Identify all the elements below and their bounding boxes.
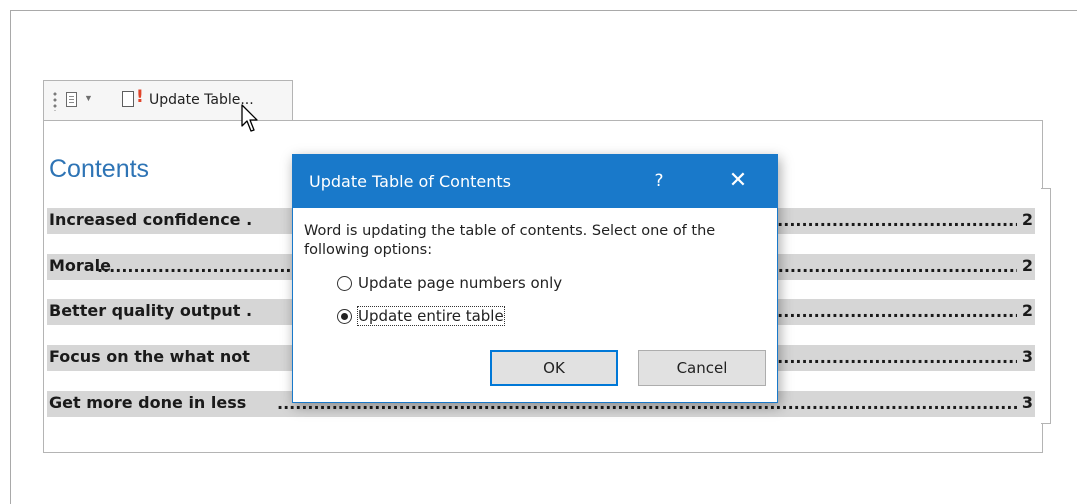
- document-icon[interactable]: [66, 92, 77, 107]
- option-update-page-numbers[interactable]: Update page numbers only: [337, 272, 562, 294]
- toc-entry-leader: ........................................…: [765, 302, 1017, 321]
- update-exclamation-icon: !: [136, 87, 144, 107]
- toc-entry-page: 2: [1021, 301, 1033, 320]
- update-table-button[interactable]: Update Table...: [149, 92, 254, 108]
- toc-entry-title: Better quality output .: [49, 301, 253, 320]
- radio-label[interactable]: Update entire table: [357, 306, 505, 326]
- toc-entry-page: 3: [1021, 393, 1033, 412]
- close-button[interactable]: ✕: [723, 167, 753, 195]
- mouse-cursor-icon: [241, 104, 258, 132]
- toc-entry-leader: ........................................…: [765, 348, 1017, 367]
- update-document-icon[interactable]: [122, 91, 134, 107]
- radio-button[interactable]: [337, 275, 352, 291]
- toc-entry-page: 2: [1021, 256, 1033, 275]
- option-update-entire-table[interactable]: Update entire table: [337, 305, 505, 327]
- toc-entry-title: Focus on the what not: [49, 347, 250, 366]
- toc-frame-notch: [1041, 188, 1051, 424]
- update-toc-dialog: Update Table of Contents ? ✕ Word is upd…: [292, 154, 778, 403]
- toc-entry-title: Get more done in less: [49, 393, 247, 412]
- dialog-title: Update Table of Contents: [309, 172, 511, 191]
- radio-label[interactable]: Update page numbers only: [358, 274, 562, 292]
- toc-entry-page: 3: [1021, 347, 1033, 366]
- radio-button-selected[interactable]: [337, 308, 352, 324]
- chevron-down-icon[interactable]: ▼: [84, 93, 93, 103]
- toc-entry-leader: ........................................…: [765, 211, 1017, 230]
- cancel-button[interactable]: Cancel: [638, 350, 766, 386]
- help-button[interactable]: ?: [646, 167, 672, 195]
- dialog-titlebar[interactable]: Update Table of Contents ? ✕: [293, 155, 777, 208]
- toc-heading: Contents: [49, 155, 150, 183]
- toc-entry-title: Increased confidence .: [49, 210, 253, 229]
- toc-entry-page: 2: [1021, 210, 1033, 229]
- dialog-body: Word is updating the table of contents. …: [293, 208, 777, 402]
- dialog-message: Word is updating the table of contents. …: [304, 223, 716, 258]
- ok-button[interactable]: OK: [490, 350, 618, 386]
- grip-dots-icon[interactable]: [53, 91, 57, 111]
